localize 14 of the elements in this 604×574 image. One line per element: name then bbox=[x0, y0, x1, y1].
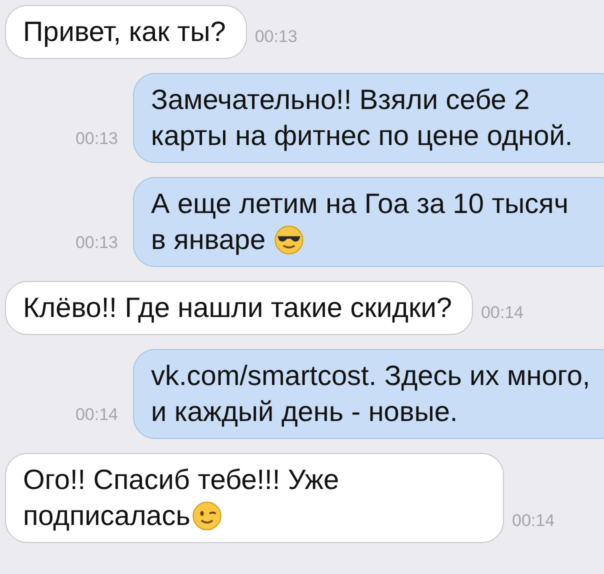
winking-face-icon bbox=[192, 501, 222, 531]
received-message: Привет, как ты? bbox=[5, 5, 247, 59]
sunglasses-face-icon bbox=[274, 225, 304, 255]
message-time: 00:13 bbox=[75, 233, 118, 253]
message-time: 00:13 bbox=[254, 27, 298, 47]
sent-message: Замечательно!! Взяли себе 2 карты на фитнес по цене одной. bbox=[133, 73, 604, 163]
sent-message: А еще летим на Гоа за 10 тысяч в январе bbox=[133, 177, 604, 267]
received-message: Клёво!! Где нашли такие скидки? bbox=[5, 281, 473, 335]
sent-message: vk.com/smartcost. Здесь их много, и каждый день - новые. bbox=[133, 349, 604, 439]
message-time: 00:14 bbox=[75, 405, 118, 425]
received-message: Ого!! Спасиб тебе!!! Уже подписалась bbox=[5, 453, 504, 543]
message-time: 00:13 bbox=[75, 129, 118, 149]
message-time: 00:14 bbox=[512, 511, 555, 531]
message-time: 00:14 bbox=[480, 303, 524, 323]
